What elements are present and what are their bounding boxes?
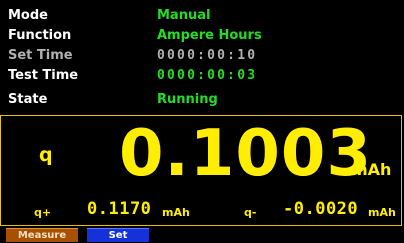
set-time-row: Set Time 0000:00:10 — [0, 46, 404, 66]
q-plus-label: q+ — [34, 206, 52, 219]
function-value: Ampere Hours — [157, 28, 262, 43]
q-plus-value: 0.1170 — [87, 199, 152, 219]
measurement-panel: q 0.1003 mAh q+ 0.1170 mAh q- -0.0020 mA… — [0, 115, 402, 226]
test-time-value: 0000:00:03 — [157, 68, 258, 83]
function-row: Function Ampere Hours — [0, 26, 404, 46]
q-minus-label: q- — [244, 206, 257, 219]
q-main-value: 0.1003 — [119, 117, 372, 191]
q-minus-value: -0.0020 — [283, 199, 359, 219]
set-time-value: 0000:00:10 — [157, 48, 258, 63]
mode-value: Manual — [157, 8, 211, 23]
q-plus-unit: mAh — [162, 206, 190, 219]
q-main-unit: mAh — [351, 160, 392, 179]
q-label: q — [39, 144, 53, 166]
mode-row: Mode Manual — [0, 6, 404, 26]
test-time-row: Test Time 0000:00:03 — [0, 66, 404, 86]
q-minus-unit: mAh — [368, 206, 396, 219]
state-row: State Running — [0, 90, 404, 110]
soft-key-bar: Measure Set — [0, 227, 404, 242]
state-value: Running — [157, 92, 218, 107]
info-panel: Mode Manual Function Ampere Hours Set Ti… — [0, 0, 404, 116]
test-time-label: Test Time — [8, 68, 79, 83]
state-label: State — [8, 92, 48, 107]
measure-tab[interactable]: Measure — [6, 228, 78, 242]
set-tab[interactable]: Set — [87, 228, 149, 242]
function-label: Function — [8, 28, 72, 43]
mode-label: Mode — [8, 8, 48, 23]
set-time-label: Set Time — [8, 48, 73, 63]
